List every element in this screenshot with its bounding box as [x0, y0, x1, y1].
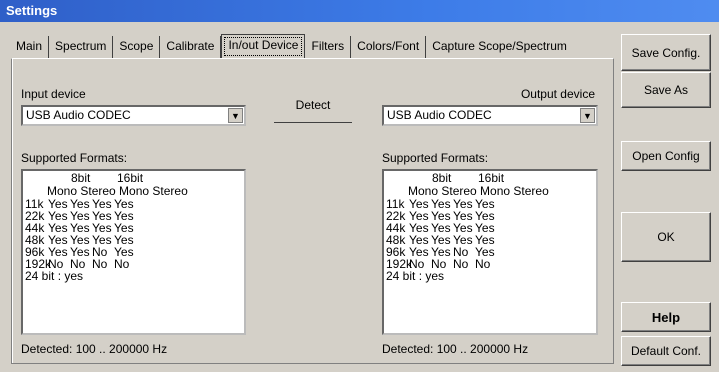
output-detected-range: Detected: 100 .. 200000 Hz — [382, 342, 529, 356]
input-device-select[interactable]: USB Audio CODEC ▼ — [21, 105, 246, 126]
bit24-footer: 24 bit : yes — [25, 269, 84, 283]
input-formats-box: 8bit 16bit Mono Stereo Mono Stereo 11k Y… — [21, 169, 246, 335]
default-conf-button[interactable]: Default Conf. — [621, 336, 711, 366]
tab-calibrate[interactable]: Calibrate — [160, 36, 222, 58]
window-body: Main Spectrum Scope Calibrate In/out Dev… — [0, 22, 719, 372]
output-device-label: Output device — [520, 87, 595, 101]
channels-header: Mono Stereo Mono Stereo — [408, 184, 549, 198]
output-formats-box: 8bit 16bit Mono Stereo Mono Stereo 11k Y… — [382, 169, 598, 335]
output-device-select[interactable]: USB Audio CODEC ▼ — [382, 105, 598, 126]
bit24-footer: 24 bit : yes — [386, 269, 445, 283]
save-config-button[interactable]: Save Config. — [621, 34, 711, 71]
input-device-value: USB Audio CODEC — [26, 108, 131, 122]
tab-filters[interactable]: Filters — [305, 36, 352, 58]
bits-header-row: 8bit 16bit — [432, 172, 504, 184]
open-config-button[interactable]: Open Config — [621, 141, 711, 171]
output-formats-label: Supported Formats: — [382, 151, 489, 165]
help-button[interactable]: Help — [621, 302, 711, 332]
channels-header: Mono Stereo Mono Stereo — [47, 184, 188, 198]
save-as-button[interactable]: Save As — [621, 72, 711, 108]
chevron-down-icon[interactable]: ▼ — [228, 108, 243, 123]
input-device-label: Input device — [21, 87, 86, 101]
bits-header-8: 8bit — [432, 171, 452, 185]
input-detected-range: Detected: 100 .. 200000 Hz — [21, 342, 168, 356]
window-title: Settings — [6, 3, 58, 18]
tab-capture-scope-spectrum[interactable]: Capture Scope/Spectrum — [426, 36, 573, 58]
tab-main[interactable]: Main — [10, 36, 50, 58]
tab-spectrum[interactable]: Spectrum — [49, 36, 114, 58]
bits-header-8: 8bit — [71, 171, 91, 185]
ok-button[interactable]: OK — [621, 212, 711, 262]
chevron-down-icon[interactable]: ▼ — [580, 108, 595, 123]
bits-header-row: 8bit 16bit — [71, 172, 143, 184]
output-device-value: USB Audio CODEC — [387, 108, 492, 122]
bits-header-16: 16bit — [478, 171, 505, 185]
bits-header-16: 16bit — [117, 171, 144, 185]
in-out-device-panel: Input device USB Audio CODEC ▼ Detect Ou… — [11, 58, 614, 364]
tab-scope[interactable]: Scope — [113, 36, 161, 58]
tab-strip: Main Spectrum Scope Calibrate In/out Dev… — [10, 34, 573, 59]
detect-button[interactable]: Detect — [274, 87, 352, 123]
input-formats-label: Supported Formats: — [21, 151, 128, 165]
tab-in-out-device[interactable]: In/out Device — [221, 34, 306, 59]
title-bar: Settings — [0, 0, 719, 22]
tab-colors-font[interactable]: Colors/Font — [351, 36, 427, 58]
